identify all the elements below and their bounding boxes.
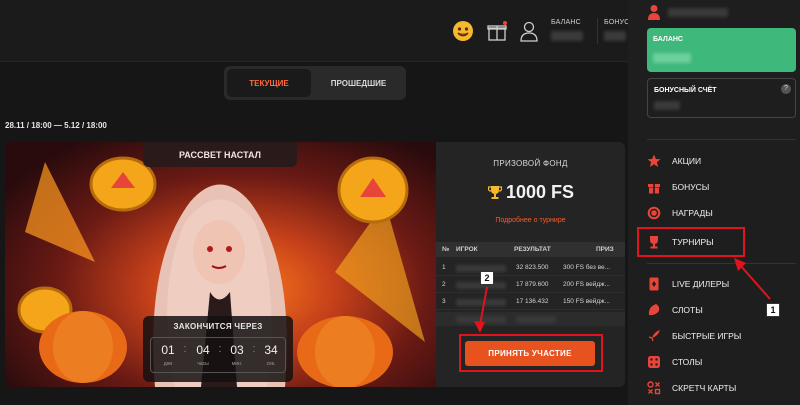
tab-past[interactable]: ПРОШЕДШИЕ (314, 69, 403, 97)
sidebar-bonus-value (654, 101, 680, 110)
countdown-separator: : (183, 343, 187, 355)
tournament-title: РАССВЕТ НАСТАЛ (143, 142, 297, 167)
gift-box-icon[interactable] (486, 20, 508, 42)
slots-icon (647, 303, 661, 317)
header-bonus-label: БОНУС (604, 19, 630, 26)
tournament-tabs: ТЕКУЩИЕ ПРОШЕДШИЕ (224, 66, 406, 100)
annotation-arrow-1 (734, 258, 771, 300)
sidebar-item-rewards[interactable]: НАГРАДЫ (647, 203, 796, 223)
countdown-seconds-unit: сек. (266, 361, 276, 367)
header-bonus-value (604, 31, 626, 41)
sidebar-bonus-label: БОНУСНЫЙ СЧЁТ (654, 87, 717, 94)
sidebar-item-tournaments[interactable]: ТУРНИРЫ (647, 232, 796, 252)
row-result: 17 136.432 (516, 298, 549, 305)
medal-icon (647, 206, 661, 220)
username-hidden (668, 8, 728, 17)
sidebar-item-scratch-cards[interactable]: СКРЕТЧ КАРТЫ (647, 378, 796, 398)
row-prize: 150 FS вейдж... (563, 298, 610, 305)
annotation-badge-2: 2 (480, 271, 494, 285)
tournament-details-link[interactable]: Подробнее о турнире (436, 217, 625, 224)
scratch-icon (647, 381, 661, 395)
col-num: № (442, 246, 450, 253)
countdown-seconds: 34 (264, 343, 278, 357)
sidebar-item-quick-games[interactable]: БЫСТРЫЕ ИГРЫ (647, 326, 796, 346)
row-result: 32 823.500 (516, 264, 549, 271)
countdown-minutes: 03 (230, 343, 244, 357)
sidebar-item-promotions[interactable]: АКЦИИ (647, 151, 796, 171)
table-row: 2 17 879.600 200 FS вейдж... (436, 277, 625, 293)
tab-current[interactable]: ТЕКУЩИЕ (227, 69, 311, 97)
sidebar-item-label: БОНУСЫ (672, 182, 710, 192)
header-divider (597, 18, 598, 44)
row-num: 3 (442, 298, 446, 305)
sidebar-item-label: ТУРНИРЫ (672, 237, 714, 247)
user-profile-icon[interactable] (518, 20, 540, 42)
header-balance-value (551, 31, 583, 41)
trophy-icon (647, 235, 661, 249)
sidebar-balance-card[interactable]: БАЛАНС (647, 28, 796, 72)
sidebar-item-label: АКЦИИ (672, 156, 702, 166)
countdown-hours: 04 (196, 343, 210, 357)
sidebar-item-label: НАГРАДЫ (672, 208, 713, 218)
sidebar-item-label: СТОЛЫ (672, 357, 703, 367)
gift-icon (647, 180, 661, 194)
sidebar-balance-value (653, 53, 691, 63)
my-position-row (436, 312, 625, 326)
sidebar-item-label: LIVE ДИЛЕРЫ (672, 279, 730, 289)
countdown-timer: ЗАКОНЧИТСЯ ЧЕРЕЗ 01 дни : 04 часы : 03 м… (143, 316, 293, 382)
countdown-days-unit: дни (163, 361, 173, 367)
table-row: 1 32 823.500 300 FS без ве... (436, 260, 625, 276)
row-prize: 300 FS без ве... (563, 264, 611, 271)
join-tournament-button[interactable]: ПРИНЯТЬ УЧАСТИЕ (465, 341, 595, 366)
trophy-icon (487, 185, 503, 200)
col-result: РЕЗУЛЬТАТ (514, 246, 551, 253)
casino-tournament-page: БАЛАНС БОНУС ТЕКУЩИЕ ПРОШЕДШИЕ 28.11 / 1… (0, 0, 800, 405)
row-num: 1 (442, 264, 446, 271)
sidebar-balance-label: БАЛАНС (653, 36, 683, 43)
sidebar-item-label: БЫСТРЫЕ ИГРЫ (672, 331, 742, 341)
emoji-avatar-icon[interactable] (452, 20, 474, 42)
countdown-days: 01 (161, 343, 175, 357)
prize-fund-amount: 1000 FS (506, 182, 575, 202)
row-result: 17 879.600 (516, 281, 549, 288)
table-row: 3 17 136.432 150 FS вейдж... (436, 294, 625, 310)
leaderboard-header: № ИГРОК РЕЗУЛЬТАТ ПРИЗ (436, 242, 625, 257)
cards-icon (647, 277, 661, 291)
countdown-values: 01 дни : 04 часы : 03 мин. : 34 сек. (150, 337, 286, 373)
sidebar-divider (647, 139, 796, 140)
header-balance-label: БАЛАНС (551, 19, 581, 26)
row-prize: 200 FS вейдж... (563, 281, 610, 288)
countdown-label: ЗАКОНЧИТСЯ ЧЕРЕЗ (173, 322, 263, 331)
annotation-badge-1: 1 (766, 303, 780, 317)
countdown-minutes-unit: мин. (231, 361, 243, 367)
dice-icon (647, 355, 661, 369)
annotation-arrow-2 (474, 286, 488, 333)
sidebar-item-tables[interactable]: СТОЛЫ (647, 352, 796, 372)
tournament-dates: 28.11 / 18:00 — 5.12 / 18:00 (5, 121, 107, 130)
top-header: БАЛАНС БОНУС (0, 0, 630, 62)
col-prize: ПРИЗ (596, 246, 614, 253)
star-icon (647, 154, 661, 168)
sidebar-item-label: СКРЕТЧ КАРТЫ (672, 383, 737, 393)
col-player: ИГРОК (456, 246, 478, 253)
user-icon (647, 4, 661, 20)
sidebar-item-bonuses[interactable]: БОНУСЫ (647, 177, 796, 197)
sidebar-item-label: СЛОТЫ (672, 305, 703, 315)
sidebar: БАЛАНС БОНУСНЫЙ СЧЁТ ? АКЦИИ БОНУСЫ НАГР… (628, 0, 800, 405)
sidebar-bonus-card[interactable]: БОНУСНЫЙ СЧЁТ ? (647, 78, 796, 118)
prize-fund-label: ПРИЗОВОЙ ФОНД (493, 159, 568, 168)
row-num: 2 (442, 281, 446, 288)
my-result-hidden (516, 316, 556, 323)
countdown-hours-unit: часы (197, 361, 209, 367)
rocket-icon (647, 329, 661, 343)
help-icon[interactable]: ? (781, 84, 791, 94)
